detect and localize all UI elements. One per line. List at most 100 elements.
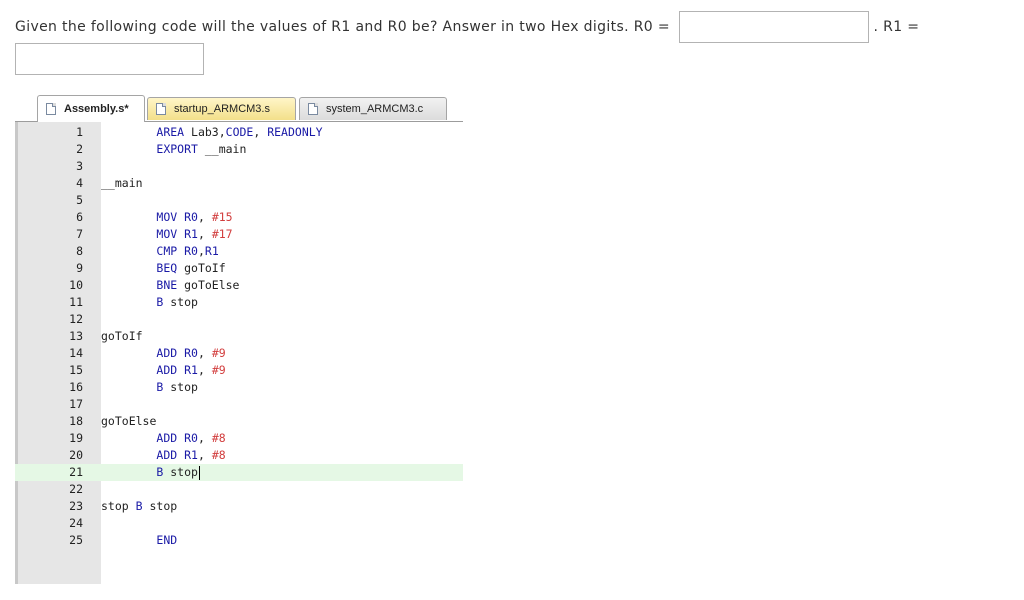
text-cursor	[198, 465, 200, 480]
code-token: goToIf	[101, 329, 143, 343]
code-text: ADD R0, #8	[101, 430, 225, 447]
code-line[interactable]: 17	[15, 396, 463, 413]
code-token: CODE	[225, 125, 254, 139]
code-line[interactable]: 22	[15, 481, 463, 498]
code-token: stop	[163, 380, 198, 394]
line-number: 10	[69, 278, 83, 292]
code-line[interactable]: 5	[15, 192, 463, 209]
file-icon	[308, 103, 318, 115]
line-number: 12	[69, 312, 83, 326]
code-token: ,	[197, 227, 212, 241]
r0-answer-input[interactable]	[678, 11, 869, 43]
code-token: ,	[197, 210, 212, 224]
code-line[interactable]: 20 ADD R1, #8	[15, 447, 463, 464]
code-line[interactable]: 19 ADD R0, #8	[15, 430, 463, 447]
code-line[interactable]: 3	[15, 158, 463, 175]
code-token: R1	[184, 448, 198, 462]
code-line[interactable]: 16 B stop	[15, 379, 463, 396]
code-token: #8	[211, 448, 226, 462]
code-line[interactable]: 18 goToElse	[15, 413, 463, 430]
code-token: MOV	[156, 227, 178, 241]
code-text: BEQ goToIf	[101, 260, 225, 277]
editor-tab-bar: Assembly.s* startup_ARMCM3.s system_ARMC…	[15, 95, 463, 122]
code-line[interactable]: 25 END	[15, 532, 463, 549]
code-text: CMP R0,R1	[101, 243, 219, 260]
code-line[interactable]: 11 B stop	[15, 294, 463, 311]
line-number: 18	[69, 414, 83, 428]
code-text: ADD R0, #9	[101, 345, 226, 362]
code-token: R1	[204, 244, 219, 258]
code-token: R0	[184, 244, 198, 258]
code-line[interactable]: 9 BEQ goToIf	[15, 260, 463, 277]
code-line[interactable]: 10 BNE goToElse	[15, 277, 463, 294]
line-number: 11	[69, 295, 83, 309]
code-token: CMP	[156, 244, 178, 258]
code-line[interactable]: 14 ADD R0, #9	[15, 345, 463, 362]
tab-assembly[interactable]: Assembly.s*	[37, 95, 145, 122]
code-text: BNE goToElse	[101, 277, 239, 294]
code-token: Lab3,	[184, 125, 226, 139]
code-text: __main	[101, 175, 143, 192]
code-token: ,	[253, 125, 268, 139]
code-line[interactable]: 12	[15, 311, 463, 328]
code-token: stop	[163, 295, 198, 309]
line-number: 6	[76, 210, 83, 224]
line-number: 14	[69, 346, 83, 360]
tab-system[interactable]: system_ARMCM3.c	[299, 97, 447, 120]
file-icon	[156, 103, 166, 115]
code-token: stop	[163, 465, 198, 479]
code-line[interactable]: 23 stop B stop	[15, 498, 463, 515]
file-icon	[46, 103, 56, 115]
code-token: #17	[211, 227, 233, 241]
code-token: R0	[184, 431, 198, 445]
line-number: 22	[69, 482, 83, 496]
code-line[interactable]: 6 MOV R0, #15	[15, 209, 463, 226]
code-token: R1	[184, 227, 198, 241]
line-number: 17	[69, 397, 83, 411]
code-text: END	[101, 532, 177, 549]
tab-label: Assembly.s*	[64, 103, 129, 115]
code-token: ADD	[156, 448, 178, 462]
code-line[interactable]: 15 ADD R1, #9	[15, 362, 463, 379]
code-line[interactable]: 24	[15, 515, 463, 532]
tab-label: system_ARMCM3.c	[326, 103, 424, 115]
code-line[interactable]: 4 __main	[15, 175, 463, 192]
code-token: ADD	[156, 346, 178, 360]
code-text: EXPORT __main	[101, 141, 246, 158]
code-token: ,	[197, 363, 212, 377]
code-line[interactable]: 21 B stop	[15, 464, 463, 481]
code-line[interactable]: 2 EXPORT __main	[15, 141, 463, 158]
line-number: 19	[69, 431, 83, 445]
line-number: 2	[76, 142, 83, 156]
code-token: #9	[211, 346, 226, 360]
code-text: MOV R1, #17	[101, 226, 233, 243]
code-token: ADD	[156, 363, 178, 377]
tab-startup[interactable]: startup_ARMCM3.s	[147, 97, 296, 120]
code-token: EXPORT	[156, 142, 198, 156]
code-token: BNE	[156, 278, 178, 292]
code-token: __main	[101, 176, 143, 190]
code-token: AREA	[156, 125, 185, 139]
code-token: BEQ	[156, 261, 178, 275]
line-number: 24	[69, 516, 83, 530]
code-line[interactable]: 1 AREA Lab3,CODE, READONLY	[15, 124, 463, 141]
code-area[interactable]: 1 AREA Lab3,CODE, READONLY 2 EXPORT __mai…	[15, 122, 463, 584]
code-token: __main	[197, 142, 247, 156]
code-token: MOV	[156, 210, 178, 224]
code-line[interactable]: 7 MOV R1, #17	[15, 226, 463, 243]
code-text: ADD R1, #9	[101, 362, 225, 379]
r1-answer-input[interactable]	[15, 43, 204, 75]
code-editor-screenshot: Assembly.s* startup_ARMCM3.s system_ARMC…	[15, 95, 465, 585]
code-token: END	[156, 533, 178, 547]
code-line[interactable]: 13 goToIf	[15, 328, 463, 345]
code-token: R1	[184, 363, 198, 377]
code-line[interactable]: 8 CMP R0,R1	[15, 243, 463, 260]
